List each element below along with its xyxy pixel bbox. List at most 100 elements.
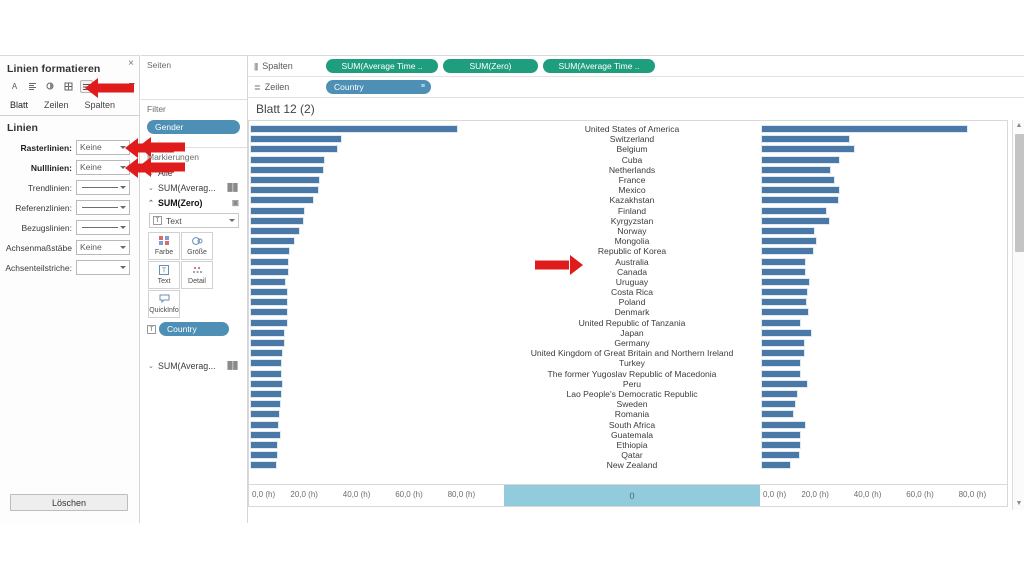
- chart-pane-left[interactable]: [248, 120, 504, 485]
- country-label[interactable]: South Africa: [504, 419, 760, 430]
- country-label[interactable]: Switzerland: [504, 134, 760, 144]
- scrollbar-thumb[interactable]: [1015, 134, 1024, 252]
- country-label[interactable]: Uruguay: [504, 277, 760, 287]
- bar[interactable]: [250, 369, 283, 378]
- bar[interactable]: [250, 461, 278, 470]
- country-label[interactable]: Belgium: [504, 144, 760, 154]
- bar[interactable]: [250, 389, 282, 398]
- bar[interactable]: [761, 298, 807, 307]
- bar[interactable]: [250, 237, 295, 246]
- bar[interactable]: [250, 349, 284, 358]
- bar[interactable]: [761, 125, 968, 134]
- bar[interactable]: [761, 369, 801, 378]
- tab-blatt[interactable]: Blatt: [2, 98, 36, 115]
- alignment-icon[interactable]: [26, 80, 39, 93]
- bar[interactable]: [250, 226, 301, 235]
- marks-button-detail[interactable]: Detail: [181, 261, 213, 289]
- bar[interactable]: [250, 196, 315, 205]
- country-label[interactable]: Australia: [504, 256, 760, 267]
- filter-pill-gender[interactable]: Gender: [147, 120, 240, 134]
- bar[interactable]: [761, 186, 841, 195]
- select-achsenteilstriche[interactable]: [76, 260, 130, 275]
- bar[interactable]: [761, 349, 806, 358]
- marks-row-sum-zero[interactable]: ⌃ SUM(Zero) ▣: [147, 195, 241, 210]
- country-label[interactable]: Finland: [504, 206, 760, 216]
- marks-button-quickinfo[interactable]: QuickInfo: [148, 290, 180, 318]
- country-label[interactable]: The former Yugoslav Republic of Macedoni…: [504, 369, 760, 379]
- bar[interactable]: [761, 288, 808, 297]
- sort-descending-icon[interactable]: ≡: [421, 83, 425, 90]
- chart-pane-center-labels[interactable]: United States of America Switzerland Belgi…: [504, 120, 760, 485]
- bar[interactable]: [761, 247, 814, 256]
- country-label[interactable]: Germany: [504, 338, 760, 348]
- country-label[interactable]: France: [504, 175, 760, 185]
- country-label[interactable]: Mongolia: [504, 236, 760, 246]
- country-label[interactable]: Japan: [504, 328, 760, 338]
- bar[interactable]: [250, 267, 290, 276]
- bar[interactable]: [761, 267, 806, 276]
- country-label[interactable]: United States of America: [504, 124, 760, 134]
- marks-button-groesse[interactable]: Größe: [181, 232, 213, 260]
- bar[interactable]: [250, 359, 283, 368]
- bar[interactable]: [250, 440, 279, 449]
- bar[interactable]: [250, 125, 459, 134]
- country-label[interactable]: Netherlands: [504, 165, 760, 175]
- select-rasterlinien[interactable]: Keine: [76, 140, 130, 155]
- select-nulllinien[interactable]: Keine: [76, 160, 130, 175]
- bar[interactable]: [761, 196, 839, 205]
- marks-row-alle[interactable]: ⌄ Alle: [147, 165, 241, 180]
- bar[interactable]: [250, 339, 286, 348]
- shading-icon[interactable]: [44, 80, 57, 93]
- bar[interactable]: [761, 135, 851, 144]
- country-label[interactable]: Sweden: [504, 399, 760, 409]
- pill-country[interactable]: Country ≡: [326, 80, 431, 94]
- country-label[interactable]: Poland: [504, 297, 760, 307]
- vertical-scrollbar[interactable]: ▲ ▼: [1012, 120, 1024, 510]
- select-referenzlinien[interactable]: [76, 200, 130, 215]
- bar[interactable]: [761, 410, 795, 419]
- bar[interactable]: [761, 400, 797, 409]
- country-label[interactable]: Lao People's Democratic Republic: [504, 389, 760, 399]
- select-bezugslinien[interactable]: [76, 220, 130, 235]
- scroll-down-icon[interactable]: ▼: [1013, 498, 1024, 510]
- country-label[interactable]: Canada: [504, 267, 760, 277]
- bar[interactable]: [761, 389, 798, 398]
- country-label[interactable]: Qatar: [504, 450, 760, 460]
- pill-sum-average-time-2[interactable]: SUM(Average Time ..: [543, 59, 655, 73]
- country-label[interactable]: Turkey: [504, 358, 760, 368]
- bar[interactable]: [250, 165, 325, 174]
- borders-icon[interactable]: [62, 80, 75, 93]
- select-trendlinien[interactable]: [76, 180, 130, 195]
- bar[interactable]: [761, 328, 813, 337]
- bar[interactable]: [761, 339, 806, 348]
- country-label[interactable]: Denmark: [504, 307, 760, 317]
- marks-button-farbe[interactable]: Farbe: [148, 232, 180, 260]
- country-label[interactable]: United Kingdom of Great Britain and Nort…: [504, 348, 760, 358]
- bar[interactable]: [250, 247, 291, 256]
- bar[interactable]: [250, 379, 284, 388]
- bar[interactable]: [250, 216, 304, 225]
- font-icon[interactable]: A: [8, 80, 21, 93]
- country-label[interactable]: Mexico: [504, 185, 760, 195]
- axis-left[interactable]: 0,0 (h) 20,0 (h) 40,0 (h) 60,0 (h) 80,0 (h): [248, 485, 504, 507]
- close-icon[interactable]: ×: [128, 59, 134, 69]
- bar[interactable]: [761, 461, 792, 470]
- bar[interactable]: [761, 318, 802, 327]
- bar[interactable]: [250, 451, 278, 460]
- bar[interactable]: [761, 165, 831, 174]
- bar[interactable]: [250, 410, 280, 419]
- bar[interactable]: [761, 420, 807, 429]
- bar[interactable]: [250, 308, 288, 317]
- bar[interactable]: [761, 359, 802, 368]
- country-label[interactable]: Guatemala: [504, 430, 760, 440]
- scroll-up-icon[interactable]: ▲: [1013, 120, 1024, 132]
- bar[interactable]: [250, 277, 287, 286]
- marks-button-text[interactable]: T Text: [148, 261, 180, 289]
- country-label[interactable]: Costa Rica: [504, 287, 760, 297]
- bar[interactable]: [250, 145, 339, 154]
- country-label[interactable]: Norway: [504, 226, 760, 236]
- bar[interactable]: [761, 237, 817, 246]
- country-label[interactable]: Kyrgyzstan: [504, 216, 760, 226]
- tab-zeilen[interactable]: Zeilen: [36, 98, 77, 115]
- bar[interactable]: [761, 226, 815, 235]
